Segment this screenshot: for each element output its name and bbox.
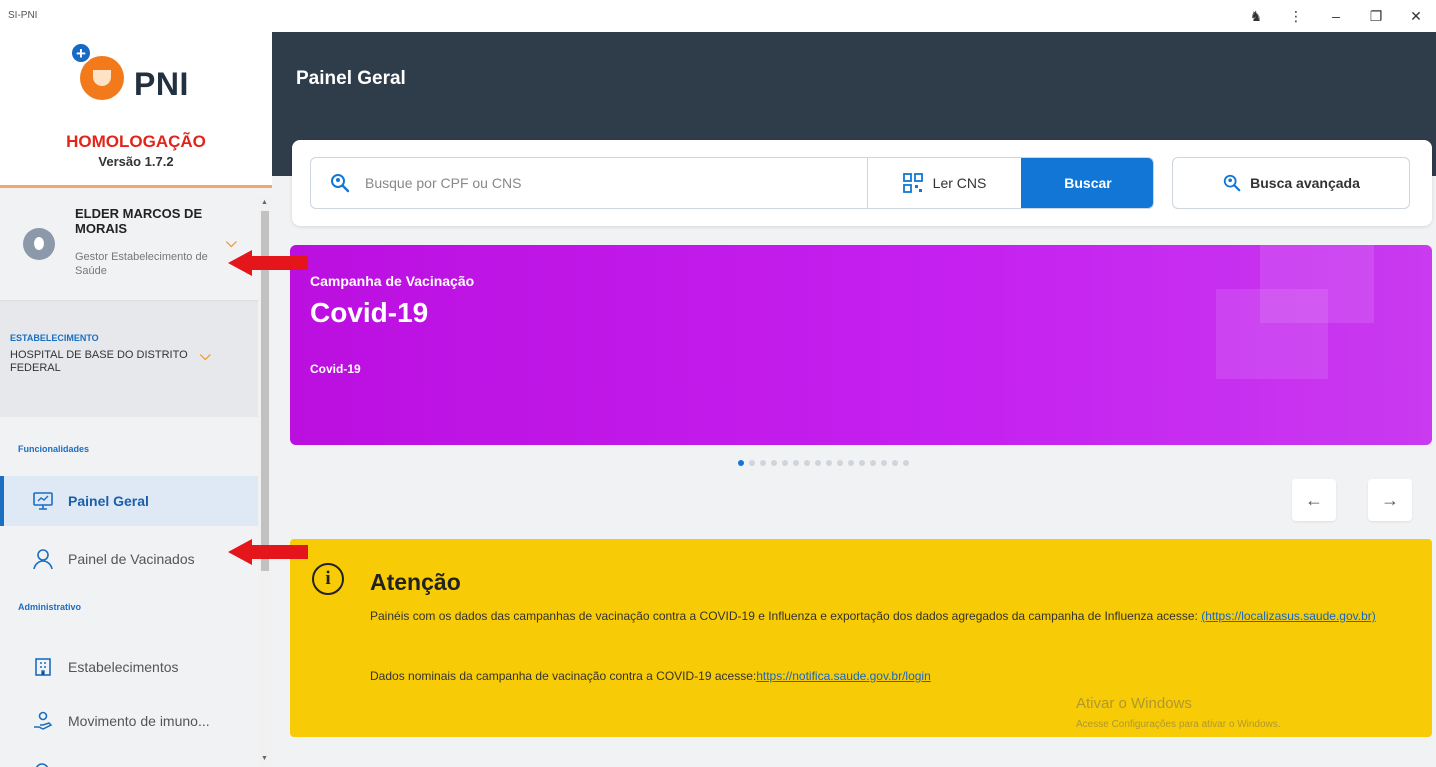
user-profile[interactable]: ELDER MARCOS DE MORAIS Gestor Estabeleci… <box>0 192 258 296</box>
annotation-arrow <box>228 539 310 565</box>
sidebar-item-painel-geral[interactable]: Painel Geral <box>0 476 258 526</box>
windows-watermark-subtitle: Acesse Configurações para ativar o Windo… <box>1076 719 1281 730</box>
carousel-dot[interactable] <box>804 460 810 466</box>
establishment-selector[interactable]: ESTABELECIMENTO HOSPITAL DE BASE DO DIST… <box>0 300 258 417</box>
carousel-dot[interactable] <box>793 460 799 466</box>
carousel-next-button[interactable]: → <box>1368 479 1412 521</box>
main-content: Painel Geral Ler CNS Buscar <box>272 32 1436 767</box>
notifica-link[interactable]: https://notifica.saude.gov.br/login <box>756 669 931 683</box>
search-group: Ler CNS Buscar <box>310 157 1154 209</box>
banner-subtitle: Campanha de Vacinação <box>310 273 475 289</box>
read-cns-label: Ler CNS <box>932 175 987 191</box>
carousel-dot[interactable] <box>837 460 843 466</box>
title-bar: SI-PNI ♞ ⋮ – ❐ ✕ <box>0 0 1436 32</box>
notice-text: Dados nominais da campanha de vacinação … <box>370 669 757 683</box>
close-button[interactable]: ✕ <box>1396 0 1436 32</box>
carousel-prev-button[interactable]: ← <box>1292 479 1336 521</box>
sidebar-item-painel-vacinados[interactable]: Painel de Vacinados <box>0 534 258 584</box>
more-menu-icon[interactable]: ⋮ <box>1276 0 1316 32</box>
notice-box: i Atenção Painéis com os dados das campa… <box>290 539 1432 737</box>
environment-label: HOMOLOGAÇÃO <box>66 132 206 151</box>
carousel-dot[interactable] <box>749 460 755 466</box>
avatar <box>23 228 55 260</box>
qr-code-icon <box>902 173 923 193</box>
page-header: Painel Geral <box>272 32 1436 116</box>
sidebar-item-label: Painel de Vacinados <box>68 551 195 567</box>
pni-logo-icon <box>80 56 124 100</box>
info-icon: i <box>312 563 344 595</box>
carousel-dot[interactable] <box>870 460 876 466</box>
carousel-dot[interactable] <box>815 460 821 466</box>
notice-text: Painéis com os dados das campanhas de va… <box>370 609 1198 623</box>
sidebar-item-label: Estabelecimentos <box>68 659 179 675</box>
carousel-dot[interactable] <box>760 460 766 466</box>
carousel-dot[interactable] <box>826 460 832 466</box>
carousel-dot[interactable] <box>771 460 777 466</box>
advanced-search-button[interactable]: Busca avançada <box>1172 157 1410 209</box>
carousel-dots <box>738 460 909 466</box>
sidebar-scrollbar[interactable]: ▲ ▼ <box>258 197 272 767</box>
minimize-button[interactable]: – <box>1316 0 1356 32</box>
windows-watermark-title: Ativar o Windows <box>1076 695 1192 712</box>
scroll-up-icon[interactable]: ▲ <box>261 199 268 206</box>
sidebar-item-movimento-imuno[interactable]: Movimento de imuno... <box>0 696 258 746</box>
user-name: ELDER MARCOS DE MORAIS <box>75 206 203 236</box>
read-cns-button[interactable]: Ler CNS <box>867 158 1021 208</box>
carousel-dot[interactable] <box>782 460 788 466</box>
plus-badge-icon: + <box>70 42 92 64</box>
version-label: Versão 1.7.2 <box>98 154 174 169</box>
window-controls: ♞ ⋮ – ❐ ✕ <box>1236 0 1436 32</box>
notice-paragraph-1: Painéis com os dados das campanhas de va… <box>370 609 1420 624</box>
scroll-down-icon[interactable]: ▼ <box>261 755 268 762</box>
person-icon <box>32 549 54 570</box>
carousel-dot[interactable] <box>738 460 744 466</box>
building-icon <box>32 657 54 677</box>
window-title: SI-PNI <box>8 10 38 21</box>
brand-header: + PNI HOMOLOGAÇÃO Versão 1.7.2 <box>0 32 272 188</box>
notice-title: Atenção <box>370 569 461 595</box>
extensions-icon[interactable]: ♞ <box>1236 0 1276 32</box>
sidebar-item-label: Painel Geral <box>68 493 149 509</box>
notice-paragraph-2: Dados nominais da campanha de vacinação … <box>370 669 1420 684</box>
chevron-down-icon[interactable]: ⌵ <box>200 347 211 364</box>
app-window: SI-PNI ♞ ⋮ – ❐ ✕ + PNI HOMOLOGAÇÃO Versã… <box>0 0 1436 767</box>
sidebar: + PNI HOMOLOGAÇÃO Versão 1.7.2 ELDER MAR… <box>0 32 272 767</box>
search-icon <box>1222 173 1242 193</box>
page-title: Painel Geral <box>296 68 406 89</box>
sidebar-item-estabelecimentos[interactable]: Estabelecimentos <box>0 642 258 692</box>
carousel-dot[interactable] <box>848 460 854 466</box>
search-input[interactable] <box>311 158 867 208</box>
carousel-dot[interactable] <box>859 460 865 466</box>
search-button[interactable]: Buscar <box>1021 158 1153 208</box>
hand-icon <box>32 711 54 731</box>
campaign-banner[interactable]: Campanha de Vacinação Covid-19 Covid-19 <box>290 245 1432 445</box>
section-label-admin: Administrativo <box>18 602 82 612</box>
restore-button[interactable]: ❐ <box>1356 0 1396 32</box>
establishment-name: HOSPITAL DE BASE DO DISTRITO FEDERAL <box>10 349 188 374</box>
user-role: Gestor Estabelecimento de Saúde <box>75 251 208 277</box>
carousel-dot[interactable] <box>892 460 898 466</box>
carousel-dot[interactable] <box>903 460 909 466</box>
banner-description: Covid-19 <box>310 362 361 376</box>
search-person-icon <box>32 761 54 767</box>
localizasus-link[interactable]: (https://localizasus.saude.gov.br) <box>1201 609 1376 623</box>
advanced-search-label: Busca avançada <box>1250 175 1360 191</box>
carousel-dot[interactable] <box>881 460 887 466</box>
sidebar-item-label: Movimento de imuno... <box>68 713 210 729</box>
sidebar-item-partial[interactable] <box>0 746 258 767</box>
annotation-arrow <box>228 250 310 276</box>
logo-text: PNI <box>134 66 189 102</box>
section-label-features: Funcionalidades <box>18 444 90 454</box>
chevron-down-icon[interactable]: ⌵ <box>226 234 237 251</box>
establishment-label: ESTABELECIMENTO <box>10 333 99 343</box>
search-card: Ler CNS Buscar Busca avançada <box>292 140 1432 226</box>
banner-decoration <box>1216 289 1328 379</box>
monitor-icon <box>32 491 54 511</box>
banner-title: Covid-19 <box>310 297 429 328</box>
